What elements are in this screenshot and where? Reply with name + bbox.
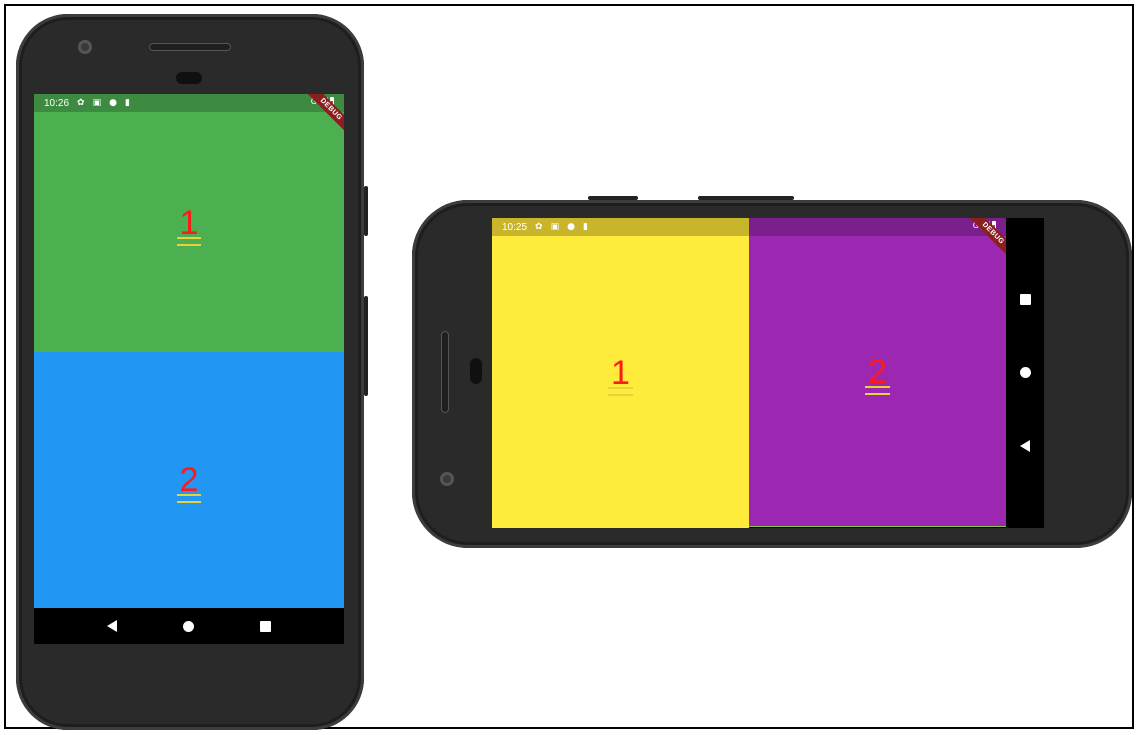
sd-card-icon: ▮: [124, 97, 130, 108]
power-button: [588, 196, 638, 200]
status-time: 10:25: [502, 221, 528, 233]
earpiece-speaker: [442, 332, 448, 412]
volume-button: [364, 296, 368, 396]
status-time: 10:26: [44, 97, 70, 109]
recents-icon[interactable]: [260, 620, 271, 632]
recents-icon[interactable]: [1019, 294, 1031, 305]
pane-2: 2: [749, 218, 1007, 527]
notification-icon: ▣: [92, 97, 102, 108]
power-button: [364, 186, 368, 236]
home-icon[interactable]: [183, 620, 194, 632]
portrait-screen: 1 2 10:26 ✿ ▣ ● ▮ G DEBUG: [34, 94, 344, 644]
landscape-phone: 1 2 10:25 ✿ ▣ ● ▮ G DEBUG: [412, 196, 1132, 548]
status-bar: 10:26 ✿ ▣ ● ▮ G DEBUG: [34, 94, 344, 136]
settings-icon: ✿: [77, 97, 85, 108]
pane-2-label: 2: [176, 461, 202, 503]
sd-card-icon: ▮: [582, 221, 588, 232]
back-icon[interactable]: [107, 620, 117, 632]
pane-1: 1: [34, 94, 344, 353]
pane-2: 2: [34, 352, 344, 609]
alert-icon: ●: [567, 221, 575, 232]
back-icon[interactable]: [1020, 440, 1030, 452]
proximity-sensor: [470, 358, 482, 384]
pane-1: 1: [492, 218, 749, 528]
pane-2-label: 2: [865, 353, 890, 395]
pane-1-label: 1: [608, 354, 633, 396]
home-icon[interactable]: [1019, 367, 1031, 378]
alert-icon: ●: [109, 97, 117, 108]
notification-icon: ▣: [550, 221, 560, 232]
status-bar: 10:25 ✿ ▣ ● ▮ G DEBUG: [492, 218, 1019, 260]
navigation-bar: [1006, 218, 1044, 528]
settings-icon: ✿: [535, 221, 543, 232]
navigation-bar: [34, 608, 344, 644]
pane-1-label: 1: [176, 204, 202, 246]
front-camera: [78, 40, 92, 54]
earpiece-speaker: [150, 44, 230, 50]
portrait-phone: 1 2 10:26 ✿ ▣ ● ▮ G DEBUG: [16, 14, 368, 730]
volume-button: [698, 196, 794, 200]
proximity-sensor: [176, 72, 202, 84]
front-camera: [440, 472, 454, 486]
landscape-screen: 1 2 10:25 ✿ ▣ ● ▮ G DEBUG: [492, 218, 1044, 528]
